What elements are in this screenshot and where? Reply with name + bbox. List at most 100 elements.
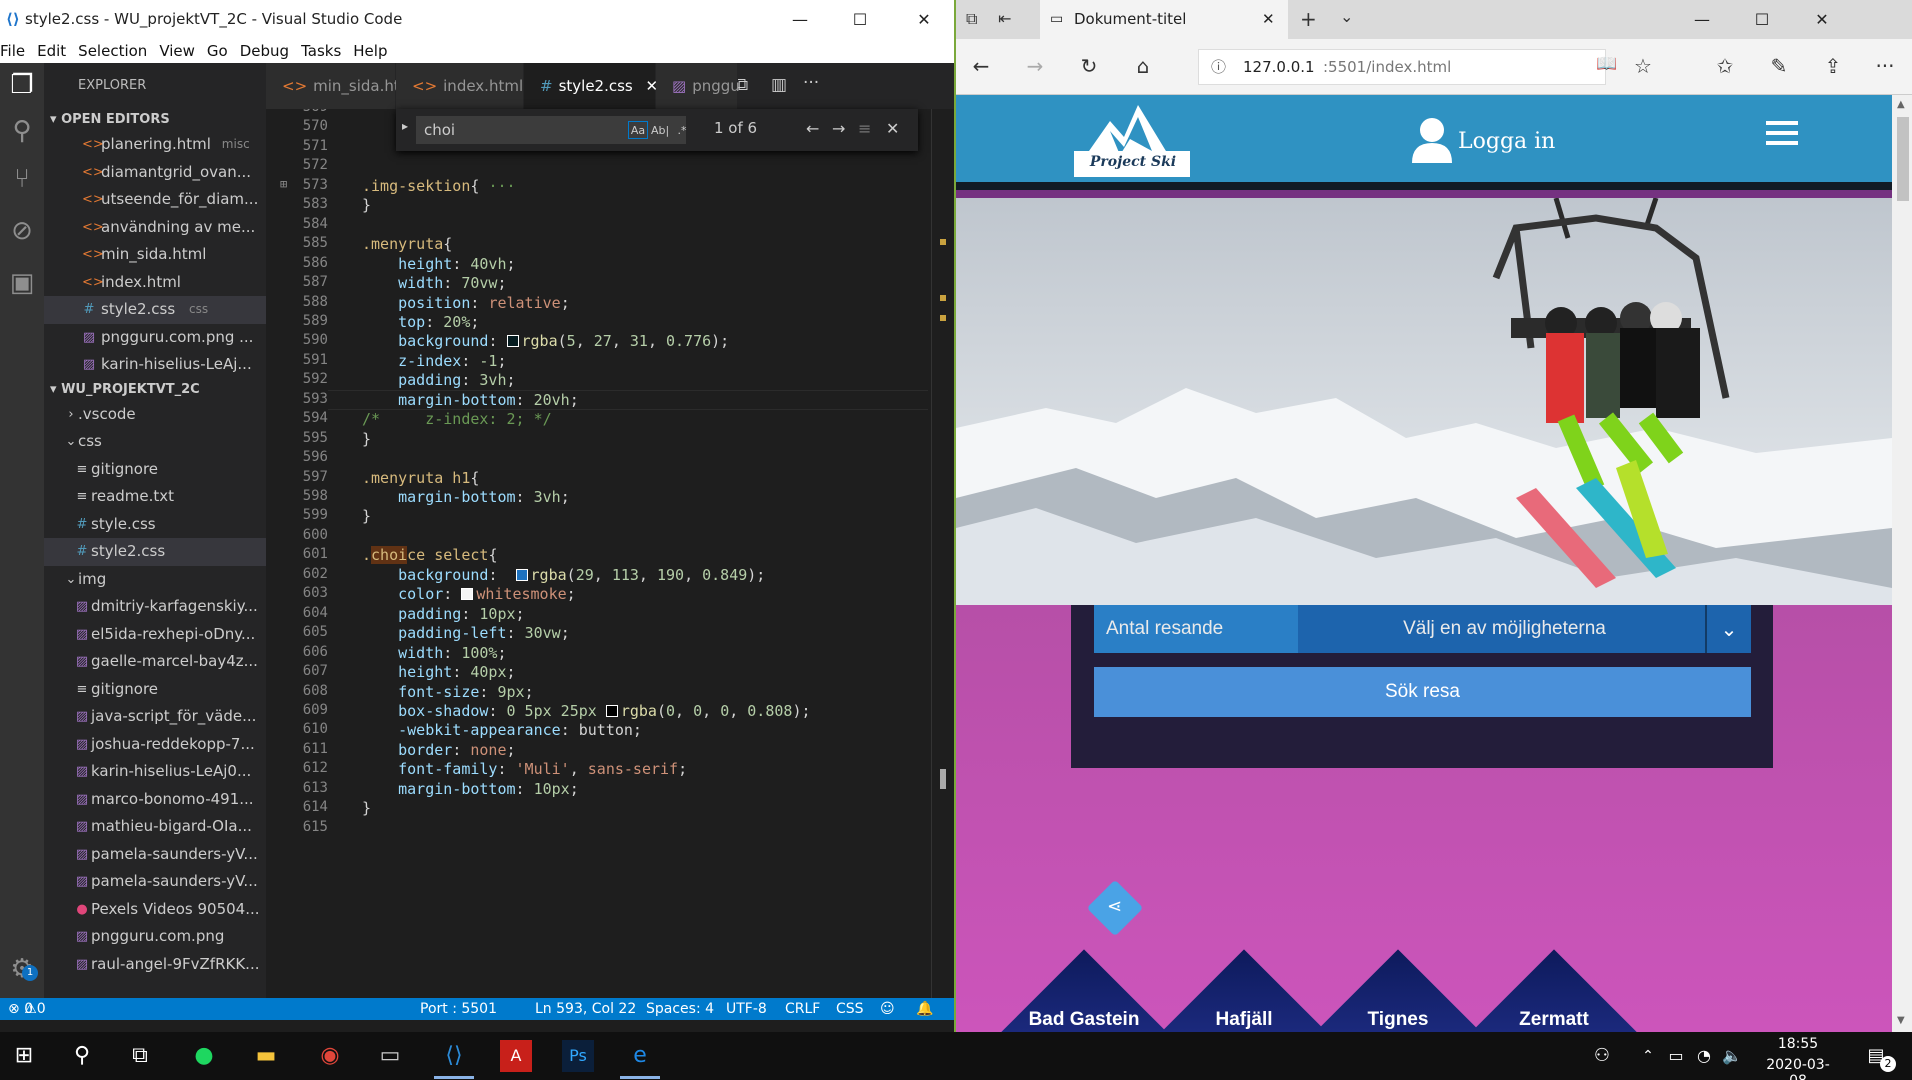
menu-view[interactable]: View bbox=[159, 42, 195, 60]
chrome-icon[interactable]: ◉ bbox=[314, 1040, 346, 1072]
minimize-button[interactable]: — bbox=[770, 0, 830, 39]
edge-taskbar-icon[interactable]: e bbox=[624, 1040, 656, 1072]
page-scroll-thumb[interactable] bbox=[1897, 117, 1909, 201]
tree-item[interactable]: # style.css bbox=[44, 511, 266, 539]
tree-item[interactable]: ● Pexels Videos 90504... bbox=[44, 896, 266, 924]
debug-icon[interactable]: ⊘ bbox=[6, 215, 38, 247]
scroll-thumb[interactable] bbox=[940, 769, 946, 789]
tree-item[interactable]: ▨ pngguru.com.png bbox=[44, 923, 266, 951]
tree-item[interactable]: ▨ marco-bonomo-491... bbox=[44, 786, 266, 814]
color-swatch[interactable] bbox=[515, 568, 528, 581]
source-control-icon[interactable]: ⑂ bbox=[6, 163, 38, 195]
editor-scrollbar[interactable] bbox=[931, 109, 954, 998]
vscode-taskbar-icon[interactable]: ⟨⟩ bbox=[438, 1040, 470, 1072]
tree-item[interactable]: ▨ gaelle-marcel-bay4z... bbox=[44, 648, 266, 676]
reading-view-icon[interactable]: 📖 bbox=[1592, 54, 1622, 74]
split-editor-icon[interactable]: ▥ bbox=[771, 75, 787, 95]
windows-start-icon[interactable]: ⊞ bbox=[8, 1040, 40, 1072]
tree-item[interactable]: ▨ dmitriy-karfagenskiy... bbox=[44, 593, 266, 621]
edge-minimize-button[interactable]: — bbox=[1672, 0, 1732, 39]
tree-item[interactable]: ▨ raul-angel-9FvZfRKK... bbox=[44, 951, 266, 979]
color-swatch[interactable] bbox=[506, 335, 519, 348]
color-swatch[interactable] bbox=[605, 704, 618, 717]
code-editor[interactable]: 569570571572573⊞.img-sektion{ ···583}584… bbox=[266, 109, 954, 998]
open-editor-item[interactable]: ▨ karin-hiselius-LeAj... bbox=[44, 351, 266, 379]
edge-maximize-button[interactable]: ☐ bbox=[1732, 0, 1792, 39]
tree-item[interactable]: ▨ java-script_för_väde... bbox=[44, 703, 266, 731]
notes-pen-icon[interactable]: ✎ bbox=[1764, 54, 1794, 78]
favorites-hub-icon[interactable]: ✩ bbox=[1710, 54, 1740, 78]
toggle-replace-icon[interactable]: ▸ bbox=[402, 119, 408, 133]
open-editor-item[interactable]: <> min_sida.html bbox=[44, 241, 266, 269]
tree-item[interactable]: ≡ readme.txt bbox=[44, 483, 266, 511]
menu-debug[interactable]: Debug bbox=[240, 42, 289, 60]
destination-label[interactable]: Zermatt bbox=[1474, 1009, 1634, 1031]
live-server-port[interactable]: Port : 5501 bbox=[420, 998, 497, 1020]
terminal-icon[interactable]: ▭ bbox=[374, 1040, 406, 1072]
back-icon[interactable]: ← bbox=[966, 54, 996, 78]
hamburger-menu-icon[interactable] bbox=[1766, 121, 1798, 147]
notifications-icon[interactable]: 🔔 bbox=[916, 998, 933, 1020]
login-link[interactable]: Logga in bbox=[1458, 129, 1555, 154]
select-chevron-down-icon[interactable]: ⌄ bbox=[1705, 605, 1751, 653]
language-mode[interactable]: CSS bbox=[836, 998, 864, 1020]
acrobat-icon[interactable]: A bbox=[500, 1040, 532, 1072]
favorite-star-icon[interactable]: ☆ bbox=[1628, 54, 1658, 78]
tree-item[interactable]: ▨ pamela-saunders-yV... bbox=[44, 841, 266, 869]
tree-item[interactable]: ≡ gitignore bbox=[44, 676, 266, 704]
match-word-toggle[interactable]: Ab| bbox=[650, 121, 670, 139]
scroll-down-icon[interactable]: ▼ bbox=[1897, 1015, 1905, 1026]
menu-file[interactable]: File bbox=[0, 42, 25, 60]
page-scrollbar[interactable]: ▲ ▼ bbox=[1892, 95, 1912, 1032]
tree-item[interactable]: ▨ pamela-saunders-yV... bbox=[44, 868, 266, 896]
close-find-icon[interactable]: ✕ bbox=[886, 119, 899, 138]
tree-item[interactable]: ▨ el5ida-rexhepi-oDny... bbox=[44, 621, 266, 649]
taskbar-search-icon[interactable]: ⚲ bbox=[66, 1040, 98, 1072]
feedback-icon[interactable]: ☺ bbox=[880, 998, 895, 1020]
refresh-icon[interactable]: ↻ bbox=[1074, 54, 1104, 78]
menu-go[interactable]: Go bbox=[207, 42, 228, 60]
menu-selection[interactable]: Selection bbox=[78, 42, 147, 60]
photoshop-icon[interactable]: Ps bbox=[562, 1040, 594, 1072]
next-match-icon[interactable]: → bbox=[832, 119, 845, 138]
settings-more-icon[interactable]: ··· bbox=[1870, 54, 1900, 78]
tree-item[interactable]: # style2.css bbox=[44, 538, 266, 566]
address-bar[interactable]: ⓘ 127.0.0.1:5501/index.html bbox=[1198, 49, 1606, 85]
share-icon[interactable]: ⇪ bbox=[1818, 54, 1848, 78]
tree-item[interactable]: › .vscode bbox=[44, 401, 266, 429]
user-icon[interactable] bbox=[1412, 117, 1452, 163]
task-view-icon[interactable]: ⧉ bbox=[124, 1040, 156, 1072]
people-icon[interactable]: ⚇ bbox=[1586, 1040, 1618, 1072]
search-icon[interactable]: ⚲ bbox=[6, 115, 38, 147]
close-button[interactable]: ✕ bbox=[894, 0, 954, 39]
cursor-position[interactable]: Ln 593, Col 22 bbox=[535, 998, 636, 1020]
tab-min_sida-html[interactable]: <> min_sida.html bbox=[266, 63, 419, 109]
match-case-toggle[interactable]: Aa bbox=[628, 121, 648, 139]
open-editor-item[interactable]: <> planering.html misc bbox=[44, 131, 266, 159]
previous-match-icon[interactable]: ← bbox=[806, 119, 819, 138]
color-swatch[interactable] bbox=[461, 588, 474, 601]
regex-toggle[interactable]: .* bbox=[672, 121, 692, 139]
tab-style2-css[interactable]: # style2.css ✕ bbox=[524, 63, 658, 109]
problems-indicator[interactable]: ⊗ 0 ⚠ 0 bbox=[8, 998, 46, 1020]
open-editor-item[interactable]: <> användning av me... bbox=[44, 214, 266, 242]
destination-label[interactable]: Hafjäll bbox=[1164, 1009, 1324, 1031]
volume-icon[interactable]: 🔈 bbox=[1716, 1040, 1748, 1072]
open-editor-item[interactable]: ▨ pngguru.com.png ... bbox=[44, 324, 266, 352]
tab-preview-chevron-icon[interactable]: ⌄ bbox=[1340, 7, 1353, 26]
close-tab-icon[interactable]: ✕ bbox=[1262, 0, 1275, 39]
clock-time[interactable]: 18:55 bbox=[1758, 1036, 1838, 1052]
project-header[interactable]: ▾ WU_PROJEKTVT_2C bbox=[44, 379, 266, 401]
encoding[interactable]: UTF-8 bbox=[726, 998, 767, 1020]
tree-item[interactable]: ⌄ css bbox=[44, 428, 266, 456]
menu-edit[interactable]: Edit bbox=[37, 42, 66, 60]
clock-date[interactable]: 2020-03-08 bbox=[1758, 1057, 1838, 1080]
maximize-button[interactable]: ☐ bbox=[830, 0, 890, 39]
tab-pnggu[interactable]: ▨ pnggu bbox=[656, 63, 740, 109]
fold-icon[interactable]: ⊞ bbox=[280, 177, 287, 191]
new-tab-icon[interactable]: + bbox=[1300, 7, 1317, 31]
open-editor-item[interactable]: # style2.css css bbox=[44, 296, 266, 324]
open-editor-item[interactable]: <> index.html bbox=[44, 269, 266, 297]
travelers-select[interactable]: Välj en av möjligheterna bbox=[1298, 605, 1711, 653]
tab-list-icon[interactable]: ⧉ bbox=[966, 9, 977, 29]
